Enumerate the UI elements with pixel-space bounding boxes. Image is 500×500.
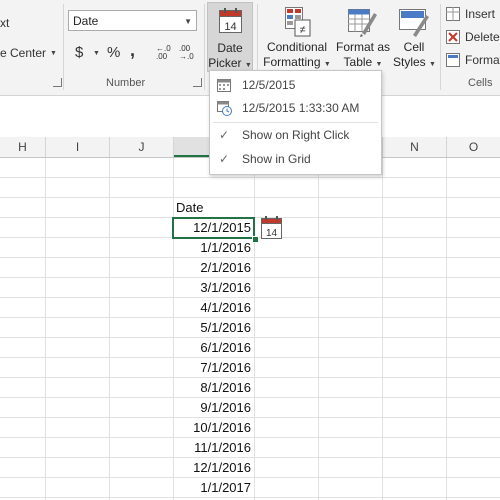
merge-center-button[interactable]: e Center (0, 46, 46, 60)
column-header-o[interactable]: O (447, 137, 500, 157)
grid-column-line (382, 158, 383, 500)
cell-styles-button[interactable]: Cell Styles ▼ (393, 2, 436, 72)
date-cell[interactable]: 9/1/2016 (173, 398, 253, 418)
format-button[interactable]: Format (446, 52, 500, 69)
menu-separator (213, 122, 378, 123)
increase-decimal-button[interactable]: ←.0 .00 (156, 45, 172, 61)
number-format-value: Date (73, 14, 99, 28)
menu-item-insert-date[interactable]: 12/5/2015 (210, 74, 381, 96)
delete-button[interactable]: Delete (446, 29, 500, 46)
format-as-table-button[interactable]: Format as Table ▼ (334, 2, 392, 72)
cell-styles-label-line1: Cell (403, 40, 425, 54)
conditional-formatting-icon: ≠ (285, 7, 311, 37)
merge-dropdown-arrow[interactable]: ▼ (50, 50, 57, 57)
number-dialog-launcher[interactable] (193, 78, 202, 87)
conditional-formatting-button[interactable]: ≠ Conditional Formatting ▼ (262, 2, 332, 72)
percent-button[interactable]: % (107, 44, 120, 61)
grid-column-line (45, 158, 46, 500)
column-header-i[interactable]: I (46, 137, 110, 157)
date-picker-label-line1: Date (217, 41, 243, 55)
date-picker-button[interactable]: 14 Date Picker ▼ (207, 2, 253, 72)
format-cells-icon (446, 53, 460, 67)
currency-button[interactable]: $ (75, 44, 83, 61)
format-as-table-icon (348, 9, 377, 37)
format-label: Format (465, 53, 500, 67)
wrap-text-button[interactable]: xt (0, 16, 9, 30)
increase-decimal-icon: ←.0 .00 (156, 44, 171, 61)
calendar-clock-icon (217, 101, 232, 116)
date-cell[interactable]: 1/1/2016 (173, 238, 253, 258)
menu-item-show-on-right-click[interactable]: ✓ Show on Right Click (210, 124, 381, 146)
menu-item-label: Show on Right Click (242, 128, 350, 142)
insert-cells-icon (446, 7, 460, 21)
date-cell[interactable]: 5/1/2016 (173, 318, 253, 338)
grid-row-line (0, 177, 500, 178)
date-cell[interactable]: 2/1/2016 (173, 258, 253, 278)
date-cell[interactable]: 12/1/2016 (173, 458, 253, 478)
menu-item-insert-datetime[interactable]: 12/5/2015 1:33:30 AM (210, 97, 381, 119)
comma-style-button[interactable]: , (130, 40, 135, 61)
grid-column-line (109, 158, 110, 500)
menu-item-label: 12/5/2015 (242, 78, 296, 92)
check-icon: ✓ (219, 128, 230, 142)
svg-text:≠: ≠ (299, 24, 305, 36)
date-picker-menu: 12/5/2015 12/5/2015 1:33:30 AM ✓ Show on… (209, 70, 382, 175)
date-cell[interactable]: 4/1/2016 (173, 298, 253, 318)
number-group-label: Number (106, 77, 146, 89)
cell-styles-label-line2: Styles ▼ (393, 55, 436, 69)
check-icon: ✓ (219, 152, 230, 166)
date-cell[interactable]: 8/1/2016 (173, 378, 253, 398)
group-separator (63, 4, 64, 90)
cell-styles-icon (399, 9, 429, 37)
column-header-n[interactable]: N (383, 137, 447, 157)
alignment-dialog-launcher[interactable] (53, 78, 62, 87)
group-separator (440, 4, 441, 90)
chevron-down-icon: ▼ (184, 17, 192, 26)
group-separator (204, 4, 205, 90)
date-cell[interactable]: 6/1/2016 (173, 338, 253, 358)
conditional-formatting-label-line1: Conditional (266, 40, 328, 54)
decrease-decimal-icon: .00 →.0 (179, 44, 194, 61)
menu-item-label: Show in Grid (242, 152, 311, 166)
column-header-h[interactable]: H (0, 137, 46, 157)
decrease-decimal-button[interactable]: .00 →.0 (179, 45, 195, 61)
calendar-icon (217, 79, 231, 92)
grid-date-picker-number: 14 (266, 228, 278, 239)
insert-label: Insert (465, 7, 496, 21)
grid-column-line (254, 158, 255, 500)
date-cell[interactable]: 10/1/2016 (173, 418, 253, 438)
date-cell[interactable]: 7/1/2016 (173, 358, 253, 378)
grid-column-line (318, 158, 319, 500)
insert-button[interactable]: Insert (446, 6, 500, 23)
grid-column-line (446, 158, 447, 500)
delete-cells-icon (446, 30, 460, 44)
menu-item-show-in-grid[interactable]: ✓ Show in Grid (210, 148, 381, 170)
calendar-icon-number: 14 (224, 21, 236, 33)
header-cell-date[interactable]: Date (173, 198, 253, 218)
currency-dropdown-arrow[interactable]: ▼ (93, 50, 100, 57)
date-cell[interactable]: 3/1/2016 (173, 278, 253, 298)
number-format-combo[interactable]: Date ▼ (68, 10, 197, 31)
grid-date-picker-icon[interactable]: 14 (261, 216, 284, 239)
menu-item-label: 12/5/2015 1:33:30 AM (242, 101, 360, 115)
date-cell[interactable]: 1/1/2017 (173, 478, 253, 498)
delete-label: Delete (465, 30, 500, 44)
format-as-table-label-line1: Format as (335, 40, 390, 54)
cells-group-label: Cells (468, 77, 493, 89)
column-header-j[interactable]: J (110, 137, 174, 157)
date-cell[interactable]: 11/1/2016 (173, 438, 253, 458)
calendar-icon: 14 (219, 8, 242, 33)
fill-handle[interactable] (252, 236, 259, 243)
active-cell-border[interactable] (172, 217, 255, 239)
